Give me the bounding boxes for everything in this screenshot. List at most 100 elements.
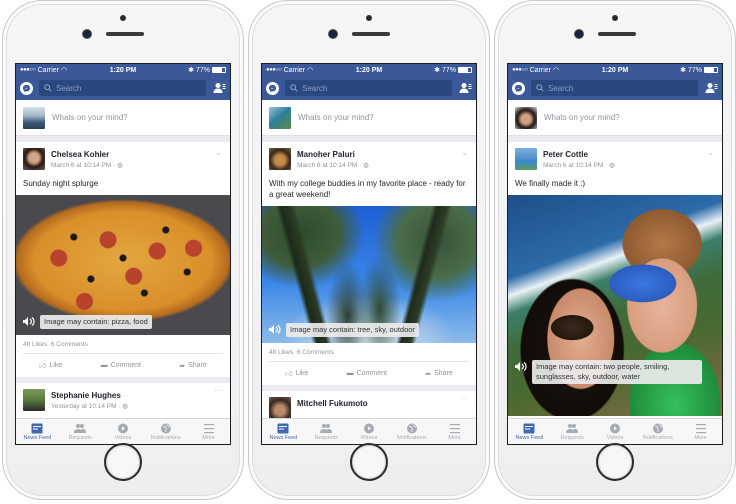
messenger-icon[interactable] — [20, 81, 33, 95]
tab-more[interactable]: More — [679, 419, 722, 444]
battery-icon — [704, 67, 718, 73]
author-name[interactable]: Stephanie Hughes — [51, 391, 128, 400]
front-sensor — [120, 15, 126, 21]
author-avatar[interactable] — [23, 389, 45, 411]
more-options-icon[interactable]: ··· — [460, 394, 468, 403]
tab-bar: News Feed Requests Videos Notifications … — [16, 418, 230, 444]
author-avatar[interactable] — [515, 148, 537, 170]
composer[interactable]: Whats on your mind? — [16, 100, 230, 136]
battery-percent: 77% — [441, 66, 456, 74]
author-avatar[interactable] — [269, 148, 291, 170]
earpiece-speaker — [352, 32, 390, 36]
tab-news-feed[interactable]: News Feed — [16, 419, 59, 444]
post-actions: 👍︎ Like ▬ Comment ➦ Share — [16, 354, 230, 377]
search-icon — [290, 84, 298, 92]
screen: ●●●○○ Carrier ◠ 1:20 PM ✱ 77% Search Whats … — [507, 63, 723, 445]
post-photo[interactable]: Image may contain: two people, smiling, … — [508, 195, 722, 416]
news-feed-icon — [277, 423, 289, 433]
post-menu-chevron-icon[interactable]: ⌄ — [461, 148, 468, 157]
alt-text-overlay: Image may contain: tree, sky, outdoor — [268, 323, 419, 337]
comment-button[interactable]: ▬ Comment — [101, 361, 141, 370]
home-button[interactable] — [596, 443, 634, 481]
author-name[interactable]: Manoher Paluri — [297, 150, 369, 159]
composer-placeholder: Whats on your mind? — [52, 113, 128, 122]
author-name[interactable]: Chelsea Kohler — [51, 150, 123, 159]
post-photo[interactable]: Image may contain: pizza, food — [16, 195, 230, 335]
author-avatar[interactable] — [269, 397, 291, 419]
tab-news-feed[interactable]: News Feed — [508, 419, 551, 444]
messenger-icon[interactable] — [266, 81, 279, 95]
tab-videos[interactable]: Videos — [102, 419, 145, 444]
friend-requests-icon[interactable] — [458, 81, 472, 95]
like-button[interactable]: 👍︎ Like — [39, 361, 62, 370]
like-button[interactable]: 👍︎ Like — [285, 369, 308, 378]
tab-more[interactable]: More — [187, 419, 230, 444]
status-bar: ●●●○○ Carrier ◠ 1:20 PM ✱ 77% — [262, 64, 476, 76]
author-name[interactable]: Peter Cottle — [543, 150, 615, 159]
post-timestamp: Yesterday at 10:14 PM · ◍ — [51, 403, 128, 410]
search-input[interactable]: Search — [285, 80, 452, 96]
search-placeholder: Search — [548, 83, 574, 93]
speaker-icon[interactable] — [514, 360, 528, 372]
more-options-icon[interactable]: ··· — [214, 386, 222, 395]
friend-requests-icon[interactable] — [212, 81, 226, 95]
search-icon — [44, 84, 52, 92]
reaction-counts[interactable]: 48 Likes 6 Comments — [23, 335, 223, 354]
speaker-icon[interactable] — [22, 315, 36, 327]
tab-news-feed[interactable]: News Feed — [262, 419, 305, 444]
post-menu-chevron-icon[interactable]: ⌄ — [215, 148, 222, 157]
reaction-counts[interactable]: 48 Likes 6 Comments — [269, 343, 469, 362]
post-photo[interactable]: Image may contain: tree, sky, outdoor — [262, 206, 476, 343]
tab-requests[interactable]: Requests — [551, 419, 594, 444]
messenger-icon[interactable] — [512, 81, 525, 95]
screen: ●●●○○ Carrier ◠ 1:20 PM ✱ 77% Search Whats … — [15, 63, 231, 445]
tab-notifications[interactable]: Notifications — [144, 419, 187, 444]
tab-requests[interactable]: Requests — [305, 419, 348, 444]
user-avatar — [515, 106, 537, 129]
more-icon — [203, 423, 214, 433]
globe-icon: ◍ — [117, 162, 123, 169]
alt-text-overlay: Image may contain: pizza, food — [22, 315, 152, 329]
front-sensor — [366, 15, 372, 21]
comment-button[interactable]: ▬ Comment — [347, 369, 387, 378]
tab-videos[interactable]: Videos — [594, 419, 637, 444]
post: Peter Cottle March 6 at 10:14 PM · ◍ ⌄ W… — [508, 142, 722, 416]
search-input[interactable]: Search — [39, 80, 206, 96]
post: Manoher Paluri March 6 at 10:14 PM · ◍ ⌄… — [262, 142, 476, 385]
home-button[interactable] — [104, 443, 142, 481]
composer[interactable]: Whats on your mind? — [262, 100, 476, 136]
share-button[interactable]: ➦ Share — [425, 369, 453, 378]
requests-icon — [566, 423, 579, 433]
tab-bar: News Feed Requests Videos Notifications … — [262, 418, 476, 444]
alt-text: Image may contain: pizza, food — [40, 315, 152, 329]
tab-notifications[interactable]: Notifications — [636, 419, 679, 444]
author-avatar[interactable] — [23, 148, 45, 170]
front-camera — [575, 30, 583, 38]
comment-icon: ▬ — [100, 362, 108, 369]
videos-icon — [609, 423, 620, 433]
videos-icon — [117, 423, 128, 433]
speaker-icon[interactable] — [268, 323, 282, 335]
composer[interactable]: Whats on your mind? — [508, 100, 722, 136]
search-input[interactable]: Search — [531, 80, 698, 96]
nav-bar: Search — [262, 76, 476, 100]
author-name[interactable]: Mitchell Fukumoto — [297, 399, 368, 408]
tab-notifications[interactable]: Notifications — [390, 419, 433, 444]
tab-requests[interactable]: Requests — [59, 419, 102, 444]
battery-icon — [458, 67, 472, 73]
share-button[interactable]: ➦ Share — [179, 361, 207, 370]
alt-text: Image may contain: two people, smiling, … — [532, 360, 702, 384]
next-post: Mitchell Fukumoto ··· — [262, 391, 476, 419]
friend-requests-icon[interactable] — [704, 81, 718, 95]
next-post: Stephanie Hughes Yesterday at 10:14 PM ·… — [16, 383, 230, 411]
screen: ●●●○○ Carrier ◠ 1:20 PM ✱ 77% Search Whats … — [261, 63, 477, 445]
front-camera — [83, 30, 91, 38]
battery-percent: 77% — [195, 66, 210, 74]
thumbs-up-icon: 👍︎ — [39, 363, 47, 370]
tab-more[interactable]: More — [433, 419, 476, 444]
bluetooth-icon: ✱ — [680, 67, 686, 74]
tab-videos[interactable]: Videos — [348, 419, 391, 444]
phone-2: ●●●○○ Carrier ◠ 1:20 PM ✱ 77% Search Whats … — [248, 0, 490, 500]
home-button[interactable] — [350, 443, 388, 481]
post-menu-chevron-icon[interactable]: ⌄ — [707, 148, 714, 157]
